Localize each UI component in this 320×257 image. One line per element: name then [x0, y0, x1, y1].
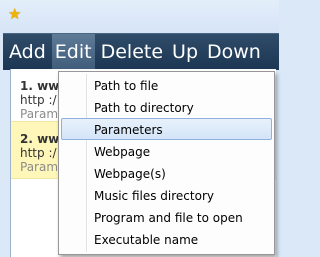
add-button[interactable]: Add: [6, 34, 49, 70]
menu-item-webpage[interactable]: Webpage: [61, 140, 272, 162]
toolbar: Add Edit Delete Up Down: [3, 33, 279, 70]
up-button[interactable]: Up: [169, 34, 201, 70]
down-button[interactable]: Down: [204, 34, 264, 70]
edit-dropdown-menu: Path to file Path to directory Parameter…: [58, 71, 275, 255]
edit-button[interactable]: Edit: [51, 34, 95, 70]
menu-item-path-to-file[interactable]: Path to file: [61, 74, 272, 96]
menu-item-music-files-directory[interactable]: Music files directory: [61, 184, 272, 206]
menu-item-webpages[interactable]: Webpage(s): [61, 162, 272, 184]
menu-item-path-to-directory[interactable]: Path to directory: [61, 96, 272, 118]
title-bar: ★: [0, 0, 279, 33]
menu-item-executable-name[interactable]: Executable name: [61, 228, 272, 250]
menu-item-program-and-file[interactable]: Program and file to open: [61, 206, 272, 228]
star-icon[interactable]: ★: [8, 6, 24, 22]
delete-button[interactable]: Delete: [98, 34, 166, 70]
menu-item-parameters[interactable]: Parameters: [61, 118, 272, 140]
